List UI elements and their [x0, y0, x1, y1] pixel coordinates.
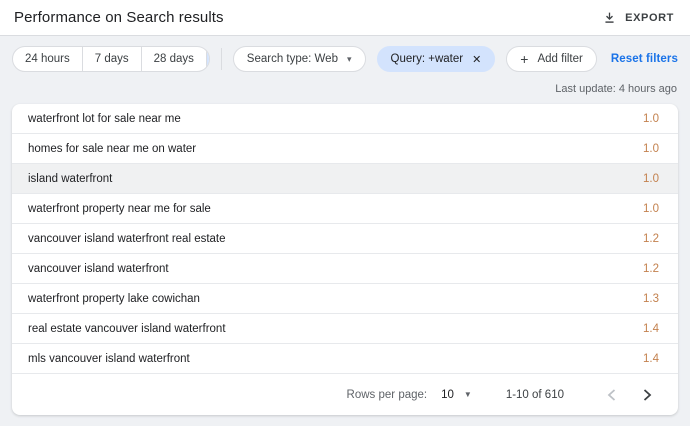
table-row[interactable]: real estate vancouver island waterfront …	[12, 314, 678, 344]
table-row[interactable]: homes for sale near me on water 1.0	[12, 134, 678, 164]
plus-icon: +	[520, 52, 528, 66]
top-bar: Performance on Search results EXPORT	[0, 0, 690, 36]
query-cell: mls vancouver island waterfront	[28, 353, 190, 365]
export-label: EXPORT	[625, 12, 674, 24]
date-range-label: 7 days	[95, 53, 129, 65]
query-cell: vancouver island waterfront	[28, 263, 169, 275]
query-cell: homes for sale near me on water	[28, 143, 196, 155]
date-range-24-hours[interactable]: 24 hours	[13, 47, 83, 71]
position-cell: 1.0	[643, 143, 659, 155]
position-cell: 1.0	[643, 113, 659, 125]
date-range-28-days[interactable]: 28 days	[142, 47, 207, 71]
query-cell: waterfront lot for sale near me	[28, 113, 181, 125]
query-cell: vancouver island waterfront real estate	[28, 233, 226, 245]
last-update-text: Last update: 4 hours ago	[0, 79, 690, 104]
page-range-label: 1-10 of 610	[506, 389, 564, 401]
search-type-filter[interactable]: Search type: Web ▾	[233, 46, 366, 72]
query-filter-chip[interactable]: Query: +water ✕	[377, 46, 496, 72]
chevron-down-icon: ▼	[464, 391, 472, 399]
next-page-button[interactable]	[634, 382, 660, 408]
reset-filters-link[interactable]: Reset filters	[611, 53, 678, 65]
date-range-3-months-selected[interactable]: ✓ 3 months	[207, 47, 210, 71]
table-row[interactable]: vancouver island waterfront 1.2	[12, 254, 678, 284]
previous-page-button[interactable]	[598, 382, 624, 408]
query-filter-label: Query: +water	[391, 53, 464, 65]
table-row[interactable]: waterfront property lake cowichan 1.3	[12, 284, 678, 314]
position-cell: 1.4	[643, 323, 659, 335]
add-filter-button[interactable]: + Add filter	[506, 46, 597, 72]
query-cell: real estate vancouver island waterfront	[28, 323, 226, 335]
rows-per-page-select[interactable]: 10 ▼	[441, 389, 472, 401]
position-cell: 1.2	[643, 233, 659, 245]
table-row-highlighted[interactable]: island waterfront 1.0	[12, 164, 678, 194]
close-icon[interactable]: ✕	[472, 53, 481, 66]
table-row[interactable]: vancouver island waterfront real estate …	[12, 224, 678, 254]
query-cell: island waterfront	[28, 173, 112, 185]
queries-table-card: waterfront lot for sale near me 1.0 home…	[12, 104, 678, 415]
search-type-label: Search type: Web	[247, 53, 338, 65]
rows-per-page-label: Rows per page:	[347, 389, 428, 401]
export-button[interactable]: EXPORT	[601, 7, 676, 28]
date-range-7-days[interactable]: 7 days	[83, 47, 142, 71]
filter-divider	[221, 48, 222, 70]
query-cell: waterfront property near me for sale	[28, 203, 211, 215]
position-cell: 1.3	[643, 293, 659, 305]
table-row[interactable]: mls vancouver island waterfront 1.4	[12, 344, 678, 374]
add-filter-label: Add filter	[537, 53, 582, 65]
date-range-segmented-control: 24 hours 7 days 28 days ✓ 3 months More …	[12, 46, 210, 72]
table-row[interactable]: waterfront property near me for sale 1.0	[12, 194, 678, 224]
page-title: Performance on Search results	[14, 9, 224, 26]
position-cell: 1.0	[643, 173, 659, 185]
table-row[interactable]: waterfront lot for sale near me 1.0	[12, 104, 678, 134]
pagination-footer: Rows per page: 10 ▼ 1-10 of 610	[12, 374, 678, 415]
position-cell: 1.4	[643, 353, 659, 365]
filter-bar: 24 hours 7 days 28 days ✓ 3 months More …	[0, 36, 690, 79]
rows-per-page-value: 10	[441, 389, 454, 401]
download-icon	[603, 11, 616, 24]
date-range-label: 28 days	[154, 53, 194, 65]
position-cell: 1.2	[643, 263, 659, 275]
position-cell: 1.0	[643, 203, 659, 215]
date-range-label: 24 hours	[25, 53, 70, 65]
query-cell: waterfront property lake cowichan	[28, 293, 200, 305]
chevron-down-icon: ▾	[347, 55, 352, 64]
